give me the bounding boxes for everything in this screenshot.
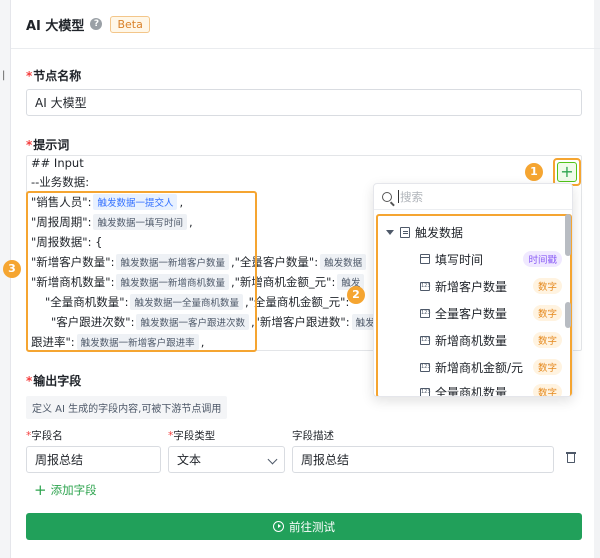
variable-group-label: 触发数据 xyxy=(415,226,464,240)
prompt-label: *提示词 xyxy=(26,138,70,152)
page-title: AI 大模型 xyxy=(26,18,85,34)
field-name-input[interactable]: 周报总结 xyxy=(26,446,161,473)
add-field-button[interactable]: + 添加字段 xyxy=(34,482,97,498)
search-icon xyxy=(382,191,392,202)
variable-item-label: 全量商机数量 xyxy=(435,385,508,397)
output-fields-label: *输出字段 xyxy=(26,374,82,388)
field-name-value: 周报总结 xyxy=(35,453,84,467)
type-tag: 数字 xyxy=(532,359,562,375)
field-type-column: *字段类型 xyxy=(168,430,216,442)
plus-icon: + xyxy=(34,481,47,499)
delete-icon[interactable] xyxy=(566,452,576,464)
variable-picker: 搜索 触发数据 填写时间 时间戳 123 新增客户数量 数字 123 全量客户数… xyxy=(373,183,573,397)
add-field-label: 添加字段 xyxy=(50,483,97,497)
field-type-value: 文本 xyxy=(177,453,202,467)
highlight-box-variables xyxy=(26,191,257,352)
search-placeholder: 搜索 xyxy=(400,189,423,204)
go-test-button[interactable]: 前往测试 xyxy=(26,513,582,540)
collapse-triangle-icon[interactable] xyxy=(386,230,394,235)
form-icon xyxy=(400,227,410,238)
prompt-line: --业务数据: xyxy=(31,175,90,189)
output-hint: 定义 AI 生成的字段内容,可被下游节点调用 xyxy=(26,396,228,419)
variable-list: 触发数据 填写时间 时间戳 123 新增客户数量 数字 123 全量客户数量 数… xyxy=(376,214,572,397)
add-variable-button[interactable]: + xyxy=(557,162,577,182)
text-caret xyxy=(398,190,399,203)
help-icon[interactable]: ? xyxy=(90,18,103,30)
node-name-label: *节点名称 xyxy=(26,69,82,83)
field-name-column: *字段名 xyxy=(26,430,63,442)
variable-item[interactable]: 123 全量客户数量 数字 xyxy=(420,303,568,323)
scrollbar-thumb[interactable] xyxy=(565,214,571,256)
go-test-label: 前往测试 xyxy=(289,519,335,534)
scrollbar-thumb[interactable] xyxy=(565,302,571,328)
annotation-badge-1: 1 xyxy=(525,163,543,181)
edge-mark: | xyxy=(2,70,6,81)
panel-header: AI 大模型 ? Beta xyxy=(11,0,600,49)
variable-item[interactable]: 123 全量商机数量 数字 xyxy=(420,382,568,397)
calendar-icon xyxy=(420,254,430,264)
annotation-badge-2: 2 xyxy=(347,286,365,304)
number-icon: 123 xyxy=(420,281,431,291)
variable-item-label: 填写时间 xyxy=(435,252,484,267)
type-tag: 数字 xyxy=(532,278,562,294)
variable-item-label: 全量客户数量 xyxy=(435,306,508,321)
variable-search-input[interactable]: 搜索 xyxy=(374,184,572,210)
field-desc-column: 字段描述 xyxy=(292,430,334,442)
variable-item[interactable]: 123 新增商机数量 数字 xyxy=(420,330,568,350)
variable-item[interactable]: 填写时间 时间戳 xyxy=(420,249,568,269)
chevron-down-icon xyxy=(267,454,278,465)
right-panel-edge xyxy=(594,0,600,558)
variable-group-trigger[interactable]: 触发数据 xyxy=(386,224,463,241)
node-name-input[interactable]: AI 大模型 xyxy=(26,89,582,116)
node-name-value: AI 大模型 xyxy=(35,96,87,110)
beta-badge: Beta xyxy=(110,15,150,33)
number-icon: 123 xyxy=(420,308,431,318)
number-icon: 123 xyxy=(420,362,431,372)
variable-item-label: 新增商机数量 xyxy=(435,333,508,348)
variable-item[interactable]: 123 新增商机金额/元 数字 xyxy=(420,357,568,377)
type-tag: 数字 xyxy=(532,305,562,321)
type-tag: 数字 xyxy=(532,384,562,396)
play-icon xyxy=(273,521,284,532)
variable-item-label: 新增商机金额/元 xyxy=(435,360,524,375)
number-icon: 123 xyxy=(420,387,431,396)
variable-item[interactable]: 123 新增客户数量 数字 xyxy=(420,276,568,296)
variable-tag[interactable]: 触发数据 xyxy=(320,254,367,270)
annotation-badge-3: 3 xyxy=(3,260,21,278)
type-tag: 时间戳 xyxy=(523,251,562,267)
field-desc-value: 周报总结 xyxy=(301,453,350,467)
variable-item-label: 新增客户数量 xyxy=(435,279,508,294)
type-tag: 数字 xyxy=(532,332,562,348)
field-type-select[interactable]: 文本 xyxy=(168,446,285,473)
field-desc-input[interactable]: 周报总结 xyxy=(292,446,554,473)
number-icon: 123 xyxy=(420,335,431,345)
left-panel-edge: | xyxy=(0,0,11,558)
prompt-line: ## Input xyxy=(31,156,84,170)
